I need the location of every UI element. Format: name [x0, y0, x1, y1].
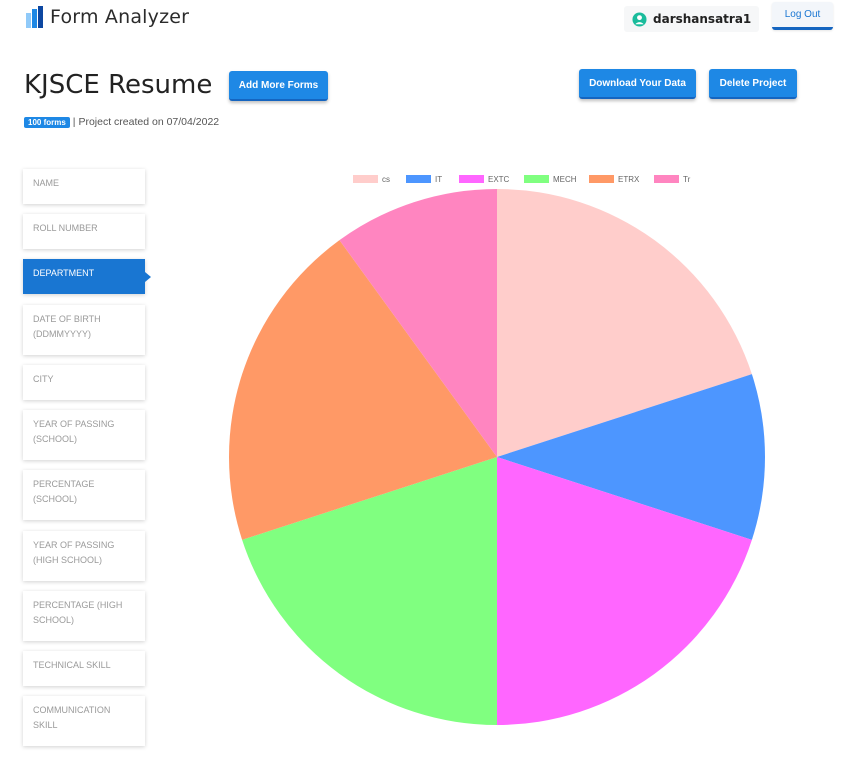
user-avatar-icon: [632, 11, 647, 27]
legend-swatch-extc[interactable]: [459, 175, 484, 183]
sidebar-item-label: COMMUNICATION SKILL: [33, 705, 111, 730]
username: darshansatra1: [653, 12, 752, 26]
legend-label-tr: Tr: [683, 175, 691, 184]
download-data-button[interactable]: Download Your Data: [579, 69, 696, 99]
sidebar-item-roll-number[interactable]: ROLL NUMBER: [23, 214, 145, 249]
sidebar-item-label: YEAR OF PASSING (SCHOOL): [33, 419, 115, 444]
app-header: Form Analyzer darshansatra1 Log Out: [0, 0, 858, 40]
logout-button[interactable]: Log Out: [772, 2, 833, 30]
sidebar-item-department[interactable]: DEPARTMENT: [23, 259, 151, 294]
sidebar-item-year-of-passing-school[interactable]: YEAR OF PASSING (SCHOOL): [23, 410, 145, 460]
legend-swatch-mech[interactable]: [524, 175, 549, 183]
sidebar-item-label: YEAR OF PASSING (HIGH SCHOOL): [33, 540, 115, 565]
legend-label-cs: cs: [382, 175, 390, 184]
sidebar-item-label: ROLL NUMBER: [33, 223, 98, 233]
sidebar-item-label: TECHNICAL SKILL: [33, 660, 111, 670]
project-created-text: | Project created on 07/04/2022: [72, 116, 220, 128]
app-logo-icon: [26, 6, 43, 28]
legend-swatch-it[interactable]: [406, 175, 431, 183]
add-forms-button[interactable]: Add More Forms: [229, 71, 328, 101]
chart-legend: cs IT EXTC MECH ETRX Tr: [353, 175, 691, 184]
legend-label-extc: EXTC: [488, 175, 510, 184]
sidebar-item-label: CITY: [33, 374, 54, 384]
legend-label-mech: MECH: [553, 175, 577, 184]
legend-swatch-cs[interactable]: [353, 175, 378, 183]
sidebar-item-percentage-high-school[interactable]: PERCENTAGE (HIGH SCHOOL): [23, 591, 145, 641]
forms-count-badge: 100 forms: [24, 116, 70, 128]
sidebar-item-name[interactable]: NAME: [23, 169, 145, 204]
sidebar-item-label: PERCENTAGE (SCHOOL): [33, 479, 95, 504]
app-title: Form Analyzer: [50, 6, 190, 28]
sidebar-item-date-of-birth[interactable]: DATE OF BIRTH (DDMMYYYY): [23, 305, 145, 355]
sidebar-item-communication-skill[interactable]: COMMUNICATION SKILL: [23, 696, 145, 746]
project-meta: 100 forms | Project created on 07/04/202…: [24, 116, 219, 128]
user-chip[interactable]: darshansatra1: [624, 6, 760, 32]
sidebar-item-percentage-school[interactable]: PERCENTAGE (SCHOOL): [23, 470, 145, 520]
sidebar-item-year-of-passing-high-school[interactable]: YEAR OF PASSING (HIGH SCHOOL): [23, 531, 145, 581]
page-title: KJSCE Resume: [24, 70, 213, 100]
delete-project-button[interactable]: Delete Project: [709, 69, 797, 99]
department-pie-chart: cs IT EXTC MECH ETRX Tr: [229, 175, 765, 725]
legend-swatch-tr[interactable]: [654, 175, 679, 183]
legend-label-etrx: ETRX: [618, 175, 640, 184]
sidebar-item-label: PERCENTAGE (HIGH SCHOOL): [33, 600, 123, 625]
sidebar-item-city[interactable]: CITY: [23, 365, 145, 400]
sidebar-item-technical-skill[interactable]: TECHNICAL SKILL: [23, 651, 145, 686]
sidebar-item-label: DEPARTMENT: [33, 268, 95, 278]
legend-swatch-etrx[interactable]: [589, 175, 614, 183]
legend-label-it: IT: [435, 175, 442, 184]
sidebar-item-label: DATE OF BIRTH (DDMMYYYY): [33, 314, 101, 339]
sidebar-item-label: NAME: [33, 178, 60, 188]
pie-slices: [229, 189, 765, 725]
